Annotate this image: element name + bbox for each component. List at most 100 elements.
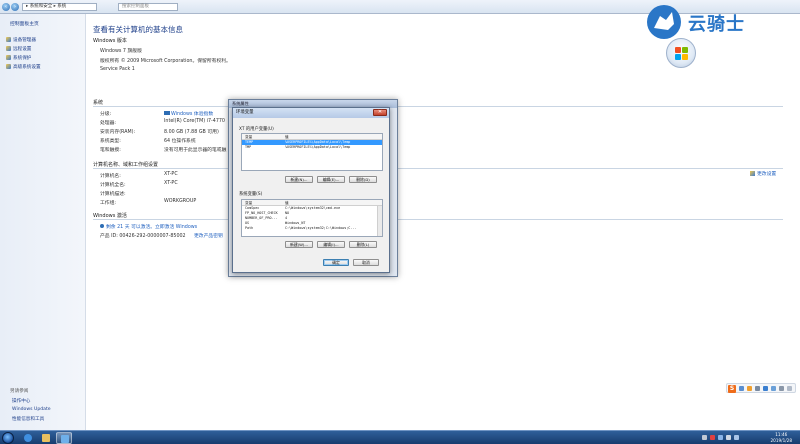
- processor-value: Intel(R) Core(TM) i7-4770: [164, 119, 225, 124]
- system-section-title: 系统: [93, 100, 104, 106]
- var-name: TMP: [245, 145, 252, 149]
- folder-icon: [42, 434, 50, 442]
- activation-section-title: Windows 激活: [93, 213, 127, 219]
- flag-quadrant: [682, 54, 688, 60]
- ime-soft-keyboard-icon[interactable]: [755, 386, 760, 391]
- ram-label: 安装内存(RAM):: [100, 130, 136, 135]
- system-type-label: 系统类型:: [100, 139, 121, 144]
- description-label: 计算机描述:: [100, 192, 126, 197]
- edition-section-title: Windows 版本: [93, 38, 127, 44]
- taskbar-item-ie[interactable]: [20, 432, 36, 444]
- ime-mode-icon[interactable]: [739, 386, 744, 391]
- tray-network-icon[interactable]: [718, 435, 723, 440]
- sidebar-item-device-manager[interactable]: 设备管理器: [6, 37, 36, 43]
- user-delete-button[interactable]: 删除(D): [349, 176, 377, 183]
- system-vars-list[interactable]: 变量 值 ComSpec C:\Windows\system32\cmd.exe…: [241, 199, 383, 237]
- ime-punct-icon[interactable]: [747, 386, 752, 391]
- full-name-value: XT-PC: [164, 181, 178, 186]
- change-product-key-link[interactable]: 更改产品密钥: [194, 232, 223, 239]
- shield-icon: [6, 55, 11, 60]
- system-delete-button[interactable]: 删除(L): [349, 241, 377, 248]
- computer-name-section-title: 计算机名称、域和工作组设置: [93, 162, 159, 168]
- watermark-text: 云骑士: [688, 14, 745, 35]
- system-new-button[interactable]: 新建(W)...: [285, 241, 313, 248]
- ram-value: 8.00 GB (7.88 GB 可用): [164, 130, 219, 135]
- clock[interactable]: 11:46 2019/1/28: [771, 432, 792, 443]
- workgroup-label: 工作组:: [100, 201, 117, 206]
- flag-quadrant: [675, 47, 681, 53]
- back-button[interactable]: ‹: [2, 3, 10, 11]
- system-edit-button[interactable]: 编辑(I)...: [317, 241, 345, 248]
- divider: [93, 168, 783, 169]
- copyright-text: 版权所有 © 2009 Microsoft Corporation。保留所有权利…: [100, 59, 231, 64]
- taskbar-item-control-panel[interactable]: [56, 432, 72, 444]
- shield-icon: [6, 46, 11, 51]
- cancel-button[interactable]: 取消: [353, 259, 379, 266]
- sidebar-item-remote-settings[interactable]: 远程设置: [6, 46, 31, 52]
- breadcrumb[interactable]: ▸ 系统和安全 ▸ 系统: [22, 3, 97, 11]
- left-pane: 控制面板主页 设备管理器 远程设置 系统保护 高级系统设置 另请参阅 操作中心 …: [0, 14, 86, 430]
- user-vars-list[interactable]: 变量 值 TEMP %USERPROFILE%\AppData\Local\Te…: [241, 133, 383, 171]
- tray-keyboard-icon[interactable]: [702, 435, 707, 440]
- edition-name: Windows 7 旗舰版: [100, 49, 142, 54]
- product-id: 产品 ID: 00426-292-0000007-85002: [100, 234, 186, 239]
- user-vars-group-label: XT 的用户变量(U): [239, 127, 274, 132]
- ie-icon: [24, 434, 32, 442]
- windows-update-link[interactable]: Windows Update: [12, 407, 51, 412]
- processor-label: 处理器:: [100, 121, 117, 126]
- user-new-button[interactable]: 新建(N)...: [285, 176, 313, 183]
- knight-logo-icon: [647, 5, 681, 39]
- full-name-label: 计算机全名:: [100, 183, 126, 188]
- tray-security-icon[interactable]: [710, 435, 715, 440]
- divider: [93, 106, 783, 107]
- ime-toolbar: S: [726, 383, 796, 393]
- environment-variables-dialog: 环境变量 ✕ XT 的用户变量(U) 变量 值 TEMP %USERPROFIL…: [232, 107, 390, 273]
- search-input[interactable]: 搜索控制面板: [118, 3, 178, 11]
- sogou-ime-icon[interactable]: S: [728, 385, 736, 393]
- tray-flag-icon[interactable]: [726, 435, 731, 440]
- workgroup-value: WORKGROUP: [164, 199, 197, 204]
- shield-icon: [6, 37, 11, 42]
- ime-skin-icon[interactable]: [771, 386, 776, 391]
- control-panel-home-link[interactable]: 控制面板主页: [10, 20, 39, 27]
- ime-menu-icon[interactable]: [787, 386, 792, 391]
- flag-quadrant: [675, 54, 681, 60]
- user-var-row-tmp[interactable]: TMP %USERPROFILE%\AppData\Local\Temp: [242, 145, 382, 150]
- service-pack: Service Pack 1: [100, 67, 135, 72]
- clock-date: 2019/1/28: [770, 437, 792, 443]
- sidebar-item-system-protection[interactable]: 系统保护: [6, 55, 31, 61]
- computer-name-value: XT-PC: [164, 172, 178, 177]
- pen-touch-value: 没有可用于此显示器的笔或触: [164, 148, 227, 153]
- system-type-value: 64 位操作系统: [164, 139, 196, 144]
- ime-voice-icon[interactable]: [763, 386, 768, 391]
- experience-index-link[interactable]: Windows 体验指数: [164, 110, 213, 117]
- taskbar: 11:46 2019/1/28: [0, 430, 800, 444]
- pen-touch-label: 笔和触摸:: [100, 148, 121, 153]
- control-panel-icon: [61, 435, 69, 443]
- activate-now-link[interactable]: 剩余 21 天 可以激活。立即激活 Windows: [100, 223, 197, 230]
- change-settings-link[interactable]: 更改设置: [750, 170, 776, 177]
- shield-icon: [6, 64, 11, 69]
- user-edit-button[interactable]: 编辑(E)...: [317, 176, 345, 183]
- rating-label: 分级:: [100, 112, 112, 117]
- taskbar-item-explorer[interactable]: [38, 432, 54, 444]
- scrollbar[interactable]: [377, 206, 382, 236]
- divider: [93, 219, 783, 220]
- var-value: C:\Windows\system32;C:\Windows;C...: [285, 226, 357, 230]
- sidebar-item-advanced-settings[interactable]: 高级系统设置: [6, 64, 41, 70]
- performance-info-link[interactable]: 性能信息和工具: [12, 416, 44, 422]
- action-center-link[interactable]: 操作中心: [12, 398, 30, 404]
- close-button[interactable]: ✕: [373, 109, 387, 116]
- windows-flag-icon: [675, 47, 689, 61]
- tray-volume-icon[interactable]: [734, 435, 739, 440]
- forward-button[interactable]: ›: [11, 3, 19, 11]
- see-also-heading: 另请参阅: [10, 389, 29, 394]
- info-icon: [100, 224, 104, 228]
- ok-button[interactable]: 确定: [323, 259, 349, 266]
- start-button[interactable]: [2, 432, 14, 444]
- system-vars-group-label: 系统变量(S): [239, 192, 263, 197]
- shield-icon: [750, 171, 755, 176]
- ime-tools-icon[interactable]: [779, 386, 784, 391]
- dialog-title: 环境变量: [236, 110, 254, 115]
- system-var-row[interactable]: Path C:\Windows\system32;C:\Windows;C...: [242, 226, 382, 231]
